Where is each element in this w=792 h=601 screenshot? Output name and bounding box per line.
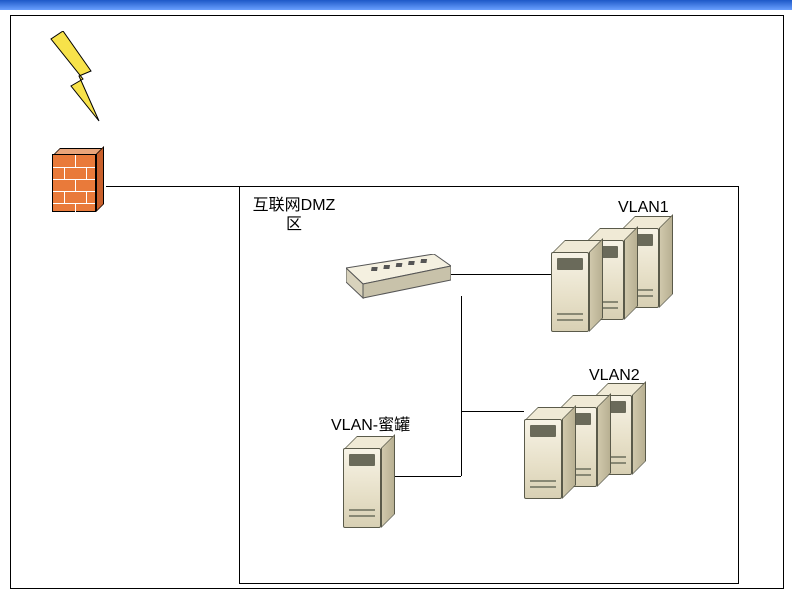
server-vlan2-1 xyxy=(524,407,574,499)
link-switch-vlan2 xyxy=(461,411,524,412)
diagram-canvas: 互联网DMZ 区 VLAN1 VLAN2 VLAN-蜜罐 xyxy=(10,15,784,589)
link-switch-vertical xyxy=(461,296,462,476)
link-switch-vlan1 xyxy=(451,274,551,275)
link-firewall-dmz xyxy=(106,186,239,187)
honeypot-label: VLAN-蜜罐 xyxy=(331,416,410,435)
switch-icon xyxy=(346,254,451,299)
firewall-icon xyxy=(46,148,101,218)
lightning-icon xyxy=(41,31,111,161)
dmz-label: 互联网DMZ 区 xyxy=(249,196,339,234)
slide-header-bar xyxy=(0,0,792,10)
server-honeypot xyxy=(343,436,393,528)
link-switch-honeypot xyxy=(395,476,461,477)
server-vlan1-1 xyxy=(551,240,601,332)
vlan1-label: VLAN1 xyxy=(618,198,669,217)
